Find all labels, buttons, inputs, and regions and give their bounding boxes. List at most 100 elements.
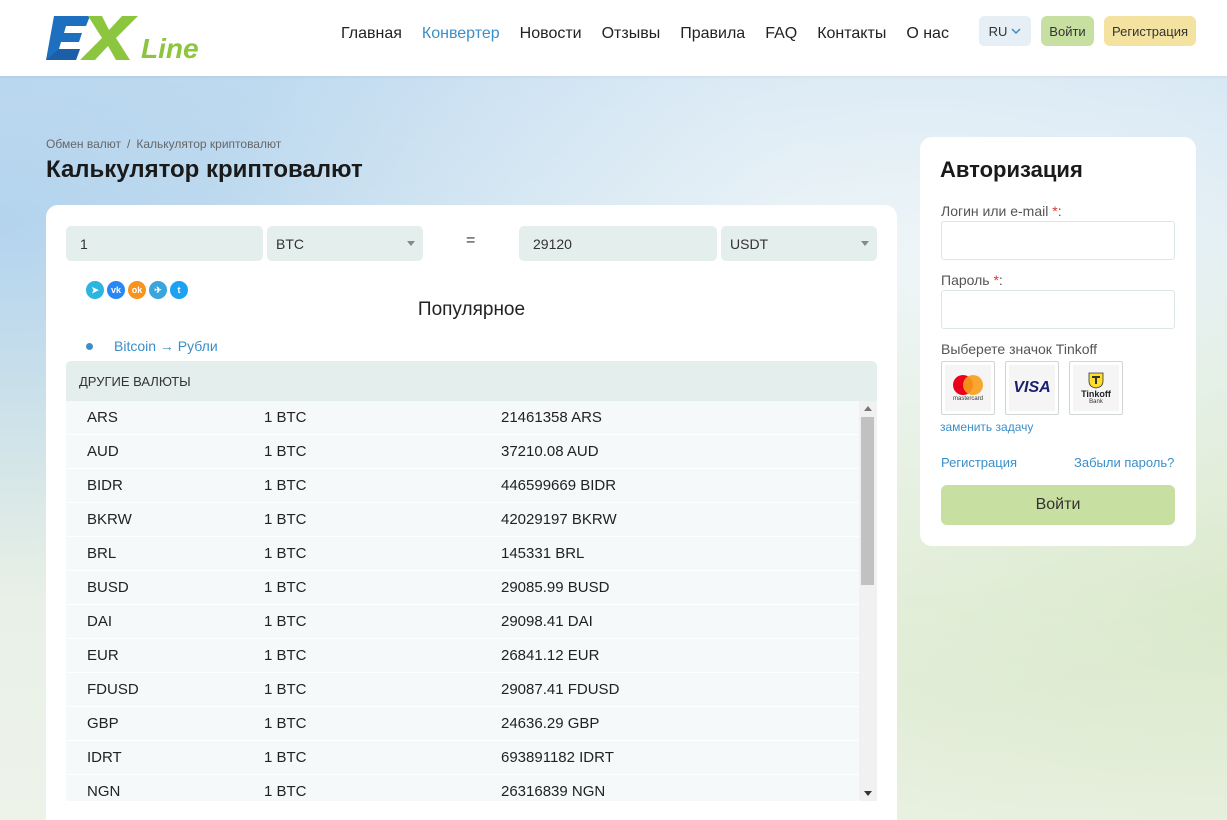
currency-code: BIDR [87, 477, 123, 494]
currency-code: IDRT [87, 749, 122, 766]
base-amount: 1 BTC [264, 477, 307, 494]
site-logo[interactable]: Line [46, 12, 206, 64]
currency-to-select[interactable]: USDT [721, 226, 877, 261]
language-selector[interactable]: RU [979, 16, 1031, 46]
table-row: ARS 1 BTC 21461358 ARS [66, 401, 859, 435]
base-amount: 1 BTC [264, 681, 307, 698]
amount-from-input[interactable]: 1 [66, 226, 263, 261]
captcha-option-tinkoff[interactable]: Tinkoff Bank [1069, 361, 1123, 415]
dropdown-arrow-icon [407, 241, 415, 246]
mastercard-text: mastercard [952, 396, 983, 402]
table-row: BIDR 1 BTC 446599669 BIDR [66, 469, 859, 503]
currency-from-select[interactable]: BTC [267, 226, 423, 261]
chevron-down-icon [1011, 28, 1021, 34]
site-header: Line Главная Конвертер Новости Отзывы Пр… [0, 0, 1227, 76]
login-input[interactable] [941, 221, 1175, 260]
nav-faq[interactable]: FAQ [765, 25, 797, 43]
table-header: ДРУГИЕ ВАЛЮТЫ [66, 361, 877, 401]
social-share-bar: ➤ vk ok ✈ t [86, 281, 188, 299]
label-colon: : [998, 272, 1003, 288]
equals-sign: = [466, 232, 476, 249]
base-amount: 1 BTC [264, 579, 307, 596]
register-link[interactable]: Регистрация [941, 455, 1017, 470]
nav-about[interactable]: О нас [906, 25, 949, 43]
mastercard-circles-icon [953, 375, 983, 395]
currency-code: BKRW [87, 511, 132, 528]
base-amount: 1 BTC [264, 715, 307, 732]
table-row: FDUSD 1 BTC 29087.41 FDUSD [66, 673, 859, 707]
table-row: GBP 1 BTC 24636.29 GBP [66, 707, 859, 741]
share-icon[interactable]: ➤ [86, 281, 104, 299]
currency-to-value: USDT [730, 235, 769, 252]
breadcrumb-current: Калькулятор криптовалют [136, 137, 282, 151]
popular-link-bitcoin-rub[interactable]: Bitcoin → Рубли [114, 338, 218, 354]
converted-value: 26316839 NGN [501, 783, 606, 800]
exline-logo-icon: Line [46, 16, 199, 64]
auth-panel: Авторизация Логин или e-mail *: Пароль *… [920, 137, 1196, 546]
table-scrollbar[interactable] [859, 401, 877, 801]
nav-contacts[interactable]: Контакты [817, 25, 886, 43]
table-row: BUSD 1 BTC 29085.99 BUSD [66, 571, 859, 605]
page-title: Калькулятор криптовалют [46, 156, 363, 183]
captcha-option-visa[interactable]: VISA [1005, 361, 1059, 415]
base-amount: 1 BTC [264, 443, 307, 460]
captcha-option-mastercard[interactable]: mastercard [941, 361, 995, 415]
twitter-icon[interactable]: t [170, 281, 188, 299]
nav-reviews[interactable]: Отзывы [602, 25, 661, 43]
vk-icon[interactable]: vk [107, 281, 125, 299]
nav-news[interactable]: Новости [520, 25, 582, 43]
base-amount: 1 BTC [264, 613, 307, 630]
telegram-icon[interactable]: ✈ [149, 281, 167, 299]
base-amount: 1 BTC [264, 783, 307, 800]
login-label: Логин или e-mail *: [941, 203, 1062, 219]
table-row: AUD 1 BTC 37210.08 AUD [66, 435, 859, 469]
password-label: Пароль *: [941, 272, 1003, 288]
converted-value: 29085.99 BUSD [501, 579, 610, 596]
base-amount: 1 BTC [264, 545, 307, 562]
visa-text: VISA [1013, 379, 1051, 396]
breadcrumb-separator: / [126, 137, 131, 151]
converted-value: 42029197 BKRW [501, 511, 617, 528]
captcha-options: mastercard VISA Tinkoff Bank [941, 361, 1123, 415]
scrollbar-thumb[interactable] [861, 417, 874, 585]
forgot-password-link[interactable]: Забыли пароль? [1074, 455, 1174, 470]
breadcrumb-home[interactable]: Обмен валют [46, 137, 121, 151]
tinkoff-text: Tinkoff [1081, 389, 1111, 399]
converted-value: 29087.41 FDUSD [501, 681, 620, 698]
login-label-text: Логин или e-mail [941, 203, 1049, 219]
base-amount: 1 BTC [264, 647, 307, 664]
table-row: BRL 1 BTC 145331 BRL [66, 537, 859, 571]
nav-rules[interactable]: Правила [680, 25, 745, 43]
login-submit-button[interactable]: Войти [941, 485, 1175, 525]
converted-value: 26841.12 EUR [501, 647, 600, 664]
amount-from-value: 1 [80, 235, 88, 252]
change-captcha-link[interactable]: заменить задачу [940, 420, 1033, 434]
scroll-up-arrow-icon[interactable] [864, 406, 872, 411]
mastercard-icon: mastercard [945, 365, 991, 411]
password-input[interactable] [941, 290, 1175, 329]
scroll-down-arrow-icon[interactable] [864, 791, 872, 796]
svg-text:Line: Line [141, 33, 199, 64]
converted-value: 24636.29 GBP [501, 715, 600, 732]
table-row: BKRW 1 BTC 42029197 BKRW [66, 503, 859, 537]
currency-code: DAI [87, 613, 113, 630]
main-nav: Главная Конвертер Новости Отзывы Правила… [341, 25, 969, 43]
nav-home[interactable]: Главная [341, 25, 402, 43]
visa-icon: VISA [1009, 365, 1055, 411]
header-register-button[interactable]: Регистрация [1104, 16, 1196, 46]
popular-title: Популярное [417, 299, 526, 320]
table-row: EUR 1 BTC 26841.12 EUR [66, 639, 859, 673]
bullet-icon [86, 342, 93, 350]
currency-code: BRL [87, 545, 117, 562]
currency-from-value: BTC [276, 235, 304, 252]
password-label-text: Пароль [941, 272, 990, 288]
converted-value: 446599669 BIDR [501, 477, 617, 494]
label-colon: : [1057, 203, 1062, 219]
table-body[interactable]: ARS 1 BTC 21461358 ARS AUD 1 BTC 37210.08 AUD… [66, 401, 859, 801]
amount-to-input[interactable]: 29120 [519, 226, 717, 261]
nav-converter[interactable]: Конвертер [422, 25, 500, 43]
header-login-button[interactable]: Войти [1041, 16, 1094, 46]
converter-card: 1 BTC = 29120 USDT ➤ vk ok ✈ t Популярно… [46, 205, 897, 820]
odnoklassniki-icon[interactable]: ok [128, 281, 146, 299]
converted-value: 21461358 ARS [501, 409, 602, 426]
